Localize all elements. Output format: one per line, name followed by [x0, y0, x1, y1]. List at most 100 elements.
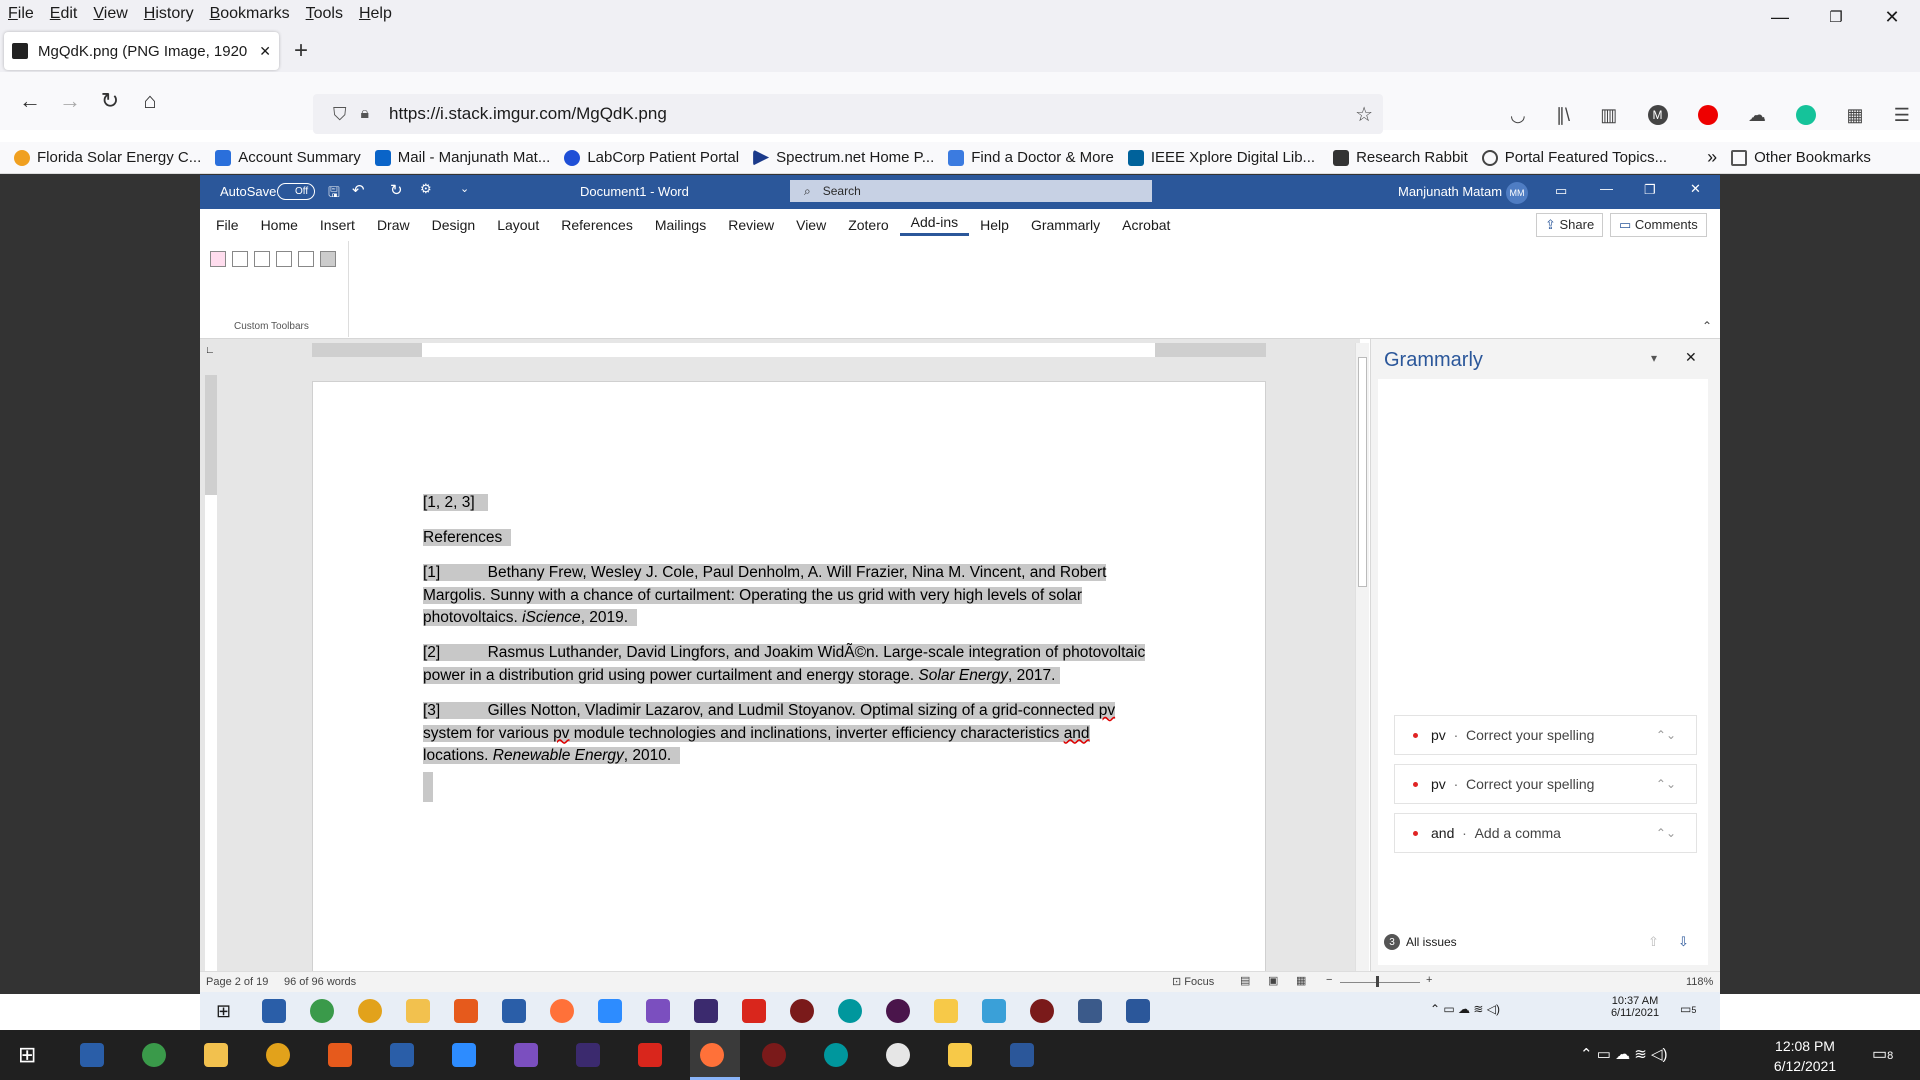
bookmark-item[interactable]: Find a Doctor & More [948, 149, 1114, 166]
ribbon-display-icon[interactable]: ▭ [1555, 183, 1567, 199]
zoom-level[interactable]: 118% [1686, 976, 1713, 988]
issue-card[interactable]: pv · Correct your spelling ⌃⌄ [1394, 764, 1697, 804]
arduino-icon[interactable] [824, 1043, 848, 1067]
avatar[interactable]: MM [1506, 182, 1528, 204]
pocket-icon[interactable]: ◡ [1510, 105, 1526, 126]
other-bookmarks[interactable]: Other Bookmarks [1731, 149, 1871, 166]
file-explorer-icon[interactable] [406, 999, 430, 1023]
tab-draw[interactable]: Draw [366, 217, 421, 233]
menu-view[interactable]: View [85, 5, 135, 23]
clock[interactable]: 12:08 PM 6/12/2021 [1765, 1036, 1845, 1076]
firefox-icon[interactable] [700, 1043, 724, 1067]
notification-icon[interactable]: ▭8 [1872, 1044, 1893, 1064]
citation-text[interactable]: [1, 2, 3] [423, 492, 488, 515]
zoom-slider-thumb[interactable] [1376, 976, 1379, 987]
word-count[interactable]: 96 of 96 words [284, 976, 356, 988]
opera-icon[interactable] [1697, 105, 1718, 125]
system-tray-icons[interactable]: ⌃ ▭ ☁ ≋ ◁) [1580, 1045, 1668, 1063]
sticky-notes-icon[interactable] [934, 999, 958, 1023]
zoom-in-icon[interactable]: + [1426, 974, 1432, 986]
word-icon[interactable] [1126, 999, 1150, 1023]
refresh-icon[interactable] [276, 251, 292, 267]
visual-studio-icon[interactable] [646, 999, 670, 1023]
slack-icon[interactable] [886, 1043, 910, 1067]
windows-start-icon[interactable]: ⊞ [18, 1042, 36, 1068]
app-icon[interactable] [982, 999, 1006, 1023]
app-icon[interactable] [762, 1043, 786, 1067]
references-heading[interactable]: References [423, 527, 511, 550]
expand-icon[interactable]: ⌃⌄ [1656, 826, 1676, 840]
app-icon[interactable] [1030, 999, 1054, 1023]
previous-issue-icon[interactable]: ⇧ [1648, 934, 1659, 950]
tab-acrobat[interactable]: Acrobat [1111, 217, 1181, 233]
tab-references[interactable]: References [550, 217, 644, 233]
close-icon[interactable]: ✕ [1685, 349, 1697, 366]
acrobat-icon[interactable] [638, 1043, 662, 1067]
chevron-down-icon[interactable]: ▾ [1651, 351, 1657, 365]
tab-add-ins[interactable]: Add-ins [899, 214, 970, 236]
app-icon[interactable] [790, 999, 814, 1023]
zoom-icon[interactable] [598, 999, 622, 1023]
tab-mailings[interactable]: Mailings [644, 217, 717, 233]
add-citation-icon[interactable] [210, 251, 226, 267]
vertical-scrollbar[interactable] [1355, 343, 1369, 971]
url-bar[interactable]: ⛉ 🔒︎ https://i.stack.imgur.com/MgQdK.png… [313, 94, 1383, 134]
autosave-toggle[interactable]: Off [277, 183, 315, 200]
account-icon[interactable]: M [1647, 105, 1668, 125]
zotero-ext-icon[interactable]: ▦ [1847, 105, 1864, 126]
search-box[interactable]: ⌕ Search [790, 180, 1152, 202]
menu-hamburger-icon[interactable]: ☰ [1894, 105, 1910, 126]
menu-history[interactable]: History [136, 5, 202, 23]
reload-icon[interactable]: ↻ [90, 81, 130, 121]
chevron-more-icon[interactable]: » [1707, 147, 1717, 168]
quick-access-icon[interactable]: ⚙ [420, 181, 432, 197]
tab-home[interactable]: Home [250, 217, 309, 233]
tab-file[interactable]: File [205, 217, 250, 233]
bookmark-star-icon[interactable]: ☆ [1355, 102, 1373, 127]
bookmark-item[interactable]: Florida Solar Energy C... [14, 149, 201, 166]
zoom-out-icon[interactable]: − [1326, 974, 1332, 986]
share-button[interactable]: ⇪ Share [1536, 213, 1604, 237]
edit-citation-icon[interactable] [254, 251, 270, 267]
notification-icon[interactable]: ▭5 [1680, 1002, 1696, 1016]
sidebar-icon[interactable]: ▥ [1600, 105, 1617, 126]
menu-help[interactable]: Help [351, 5, 400, 23]
focus-button[interactable]: ⊡ Focus [1172, 975, 1214, 988]
menu-tools[interactable]: Tools [298, 5, 351, 23]
grammarly-ext-icon[interactable] [1796, 105, 1817, 125]
read-mode-icon[interactable]: ▤ [1240, 974, 1250, 987]
expand-icon[interactable]: ⌃⌄ [1656, 728, 1676, 742]
print-layout-icon[interactable]: ▣ [1268, 974, 1278, 987]
reference-3[interactable]: [3] Gilles Notton, Vladimir Lazarov, and… [423, 700, 1183, 809]
tab-zotero[interactable]: Zotero [837, 217, 899, 233]
matlab-icon[interactable] [454, 999, 478, 1023]
preferences-icon[interactable] [298, 251, 314, 267]
page-count[interactable]: Page 2 of 19 [206, 976, 268, 988]
add-bibliography-icon[interactable] [232, 251, 248, 267]
menu-file[interactable]: File [0, 5, 42, 23]
document-page[interactable]: [1, 2, 3] References [1] Bethany Frew, W… [312, 381, 1266, 973]
tab-help[interactable]: Help [969, 217, 1020, 233]
restore-icon[interactable]: ❐ [1644, 182, 1656, 198]
bookmark-item[interactable]: Research Rabbit [1333, 149, 1468, 166]
redo-icon[interactable]: ↻ [390, 181, 403, 199]
next-issue-icon[interactable]: ⇩ [1678, 934, 1689, 950]
bookmark-item[interactable]: IEEE Xplore Digital Lib... [1127, 149, 1315, 166]
all-issues-button[interactable]: 3 All issues [1384, 934, 1457, 950]
browser-tab[interactable]: MgQdK.png (PNG Image, 1920 ✕ [4, 32, 279, 70]
library-icon[interactable]: ∥\ [1556, 105, 1570, 126]
issue-card[interactable]: and · Add a comma ⌃⌄ [1394, 813, 1697, 853]
firefox-icon[interactable] [550, 999, 574, 1023]
file-explorer-icon[interactable] [204, 1043, 228, 1067]
bookmark-item[interactable]: Account Summary [215, 149, 361, 166]
forward-icon[interactable]: → [50, 81, 90, 121]
web-layout-icon[interactable]: ▦ [1296, 974, 1306, 987]
menu-bookmarks[interactable]: Bookmarks [202, 5, 298, 23]
app-icon[interactable] [576, 1043, 600, 1067]
app-icon[interactable] [358, 999, 382, 1023]
minimize-icon[interactable]: — [1600, 181, 1613, 196]
tab-view[interactable]: View [785, 217, 837, 233]
collapse-ribbon-icon[interactable]: ⌃ [1702, 319, 1712, 333]
app-icon[interactable] [694, 999, 718, 1023]
slack-icon[interactable] [886, 999, 910, 1023]
